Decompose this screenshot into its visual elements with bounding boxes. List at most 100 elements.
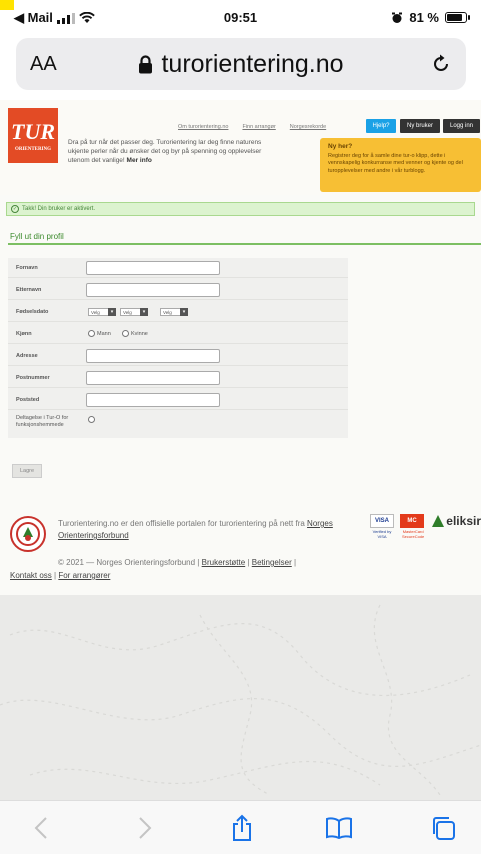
chevron-left-icon xyxy=(34,817,47,839)
address-bar[interactable]: AA turorientering.no xyxy=(16,38,466,90)
site-header: TUR ORIENTERING Om turorientering.no Fin… xyxy=(0,100,481,195)
eliksir-icon xyxy=(432,515,445,527)
link-about[interactable]: Om turorientering.no xyxy=(178,124,228,130)
payment-logos: VISA Verified by VISA MC MasterCard Secu… xyxy=(370,514,481,539)
radio-mann[interactable]: Mann xyxy=(88,330,111,337)
eliksir-text: eliksir xyxy=(446,514,481,528)
share-button[interactable] xyxy=(227,813,257,843)
link-find-organizer[interactable]: Finn arrangør xyxy=(242,124,275,130)
yellow-marker xyxy=(0,0,14,10)
row-fodselsdato: Fødselsdato Velg ▾ Velg ▾ Velg ▾ xyxy=(8,302,348,322)
tabs-icon xyxy=(433,817,455,840)
forward-button[interactable] xyxy=(130,813,160,843)
alarm-icon xyxy=(392,12,403,23)
label-postnummer: Postnummer xyxy=(16,375,50,381)
new-here-text: Registrer deg for å samle dine tur-o kli… xyxy=(328,152,463,174)
chevron-down-icon: ▾ xyxy=(180,308,188,316)
book-icon xyxy=(326,817,352,839)
day-select-value: Velg xyxy=(91,309,100,315)
month-select-value: Velg xyxy=(123,309,132,315)
url-text: turorientering.no xyxy=(161,49,344,78)
etternavn-input[interactable] xyxy=(86,283,220,297)
new-user-button[interactable]: Ny bruker xyxy=(400,119,440,133)
year-select[interactable]: Velg ▾ xyxy=(160,308,188,316)
battery-icon xyxy=(445,12,470,23)
check-icon: ✓ xyxy=(11,205,19,213)
poststed-input[interactable] xyxy=(86,393,220,407)
back-button[interactable] xyxy=(26,813,56,843)
new-here-box: Ny her? Registrer deg for å samle dine t… xyxy=(320,138,481,192)
row-etternavn: Etternavn xyxy=(8,280,348,300)
copyright-line: © 2021 — Norges Orienteringsforbund | Br… xyxy=(58,558,297,567)
save-button[interactable]: Lagre xyxy=(12,464,42,478)
top-links: Om turorientering.no Finn arrangør Norge… xyxy=(178,124,326,130)
lock-icon xyxy=(139,54,153,73)
chevron-right-icon xyxy=(139,817,152,839)
heading-divider xyxy=(8,243,481,245)
site-logo[interactable]: TUR ORIENTERING xyxy=(8,108,58,163)
row-fornavn: Fornavn xyxy=(8,258,348,278)
status-bar: ◀ Mail 09:51 81 % xyxy=(0,0,481,30)
reload-icon[interactable] xyxy=(430,53,452,75)
logo-text: TUR xyxy=(11,119,55,144)
battery-percentage: 81 % xyxy=(409,10,439,25)
intro-body: Dra på tur når det passer deg. Turorient… xyxy=(68,139,262,164)
browser-address-area: AA turorientering.no xyxy=(0,30,481,100)
deltagelse-checkbox[interactable] xyxy=(88,416,95,423)
mastercard-group: MC MasterCard SecureCode xyxy=(400,514,426,539)
copyright-text: © 2021 — Norges Orienteringsforbund | xyxy=(58,558,200,567)
radio-circle[interactable] xyxy=(122,330,129,337)
label-adresse: Adresse xyxy=(16,353,38,359)
help-button[interactable]: Hjelp? xyxy=(366,119,396,133)
contact-link[interactable]: Kontakt oss xyxy=(10,571,52,580)
organizer-link[interactable]: For arrangører xyxy=(58,571,110,580)
nof-logo xyxy=(10,516,46,552)
profile-form: Fornavn Etternavn Fødselsdato Velg ▾ Vel… xyxy=(8,258,348,438)
orienteering-logo-icon xyxy=(16,522,40,546)
intro-text: Dra på tur når det passer deg. Turorient… xyxy=(68,138,263,165)
radio-mann-label: Mann xyxy=(97,330,111,337)
radio-circle[interactable] xyxy=(88,330,95,337)
label-deltagelse: Deltagelse i Tur-O for funksjonshemmede xyxy=(16,415,69,428)
footer-links: Kontakt oss | For arrangører xyxy=(10,571,111,580)
terms-link[interactable]: Betingelser xyxy=(252,558,292,567)
web-page: TUR ORIENTERING Om turorientering.no Fin… xyxy=(0,100,481,800)
footer-description: Turorientering.no er den offisielle port… xyxy=(58,518,358,542)
eliksir-logo: eliksir xyxy=(432,514,481,528)
row-postnummer: Postnummer xyxy=(8,368,348,388)
radio-kvinne-label: Kvinne xyxy=(131,330,148,337)
map-contour-pattern xyxy=(0,604,481,796)
visa-group: VISA Verified by VISA xyxy=(370,514,394,539)
browser-toolbar xyxy=(0,800,481,854)
status-right: 81 % xyxy=(391,10,470,25)
chevron-down-icon: ▾ xyxy=(108,308,116,316)
fornavn-input[interactable] xyxy=(86,261,220,275)
chevron-down-icon: ▾ xyxy=(140,308,148,316)
link-records[interactable]: Norgesrekorde xyxy=(290,124,326,130)
bookmarks-button[interactable] xyxy=(324,813,354,843)
url-display[interactable]: turorientering.no xyxy=(16,50,466,79)
more-info-link[interactable]: Mer info xyxy=(127,157,152,164)
tabs-button[interactable] xyxy=(428,813,458,843)
login-button[interactable]: Logg inn xyxy=(443,119,480,133)
day-select[interactable]: Velg ▾ xyxy=(88,308,116,316)
month-select[interactable]: Velg ▾ xyxy=(120,308,148,316)
adresse-input[interactable] xyxy=(86,349,220,363)
battery-fill xyxy=(447,14,462,21)
profile-heading: Fyll ut din profil xyxy=(10,232,64,241)
row-deltagelse: Deltagelse i Tur-O for funksjonshemmede xyxy=(8,412,348,438)
verified-by-visa: Verified by VISA xyxy=(372,529,392,539)
radio-kvinne[interactable]: Kvinne xyxy=(122,330,148,337)
label-fornavn: Fornavn xyxy=(16,265,38,271)
row-kjonn: Kjønn Mann Kvinne xyxy=(8,324,348,344)
success-alert: ✓ Takk! Din bruker er aktivert. xyxy=(6,202,475,216)
footer-text: Turorientering.no er den offisielle port… xyxy=(58,519,305,528)
label-kjonn: Kjønn xyxy=(16,331,32,337)
map-background xyxy=(0,595,481,800)
mastercard-logo: MC xyxy=(400,514,424,528)
checkbox-circle[interactable] xyxy=(88,416,95,423)
label-poststed: Poststed xyxy=(16,397,40,403)
alert-text: Takk! Din bruker er aktivert. xyxy=(22,206,96,212)
postnummer-input[interactable] xyxy=(86,371,220,385)
support-link[interactable]: Brukerstøtte xyxy=(202,558,246,567)
